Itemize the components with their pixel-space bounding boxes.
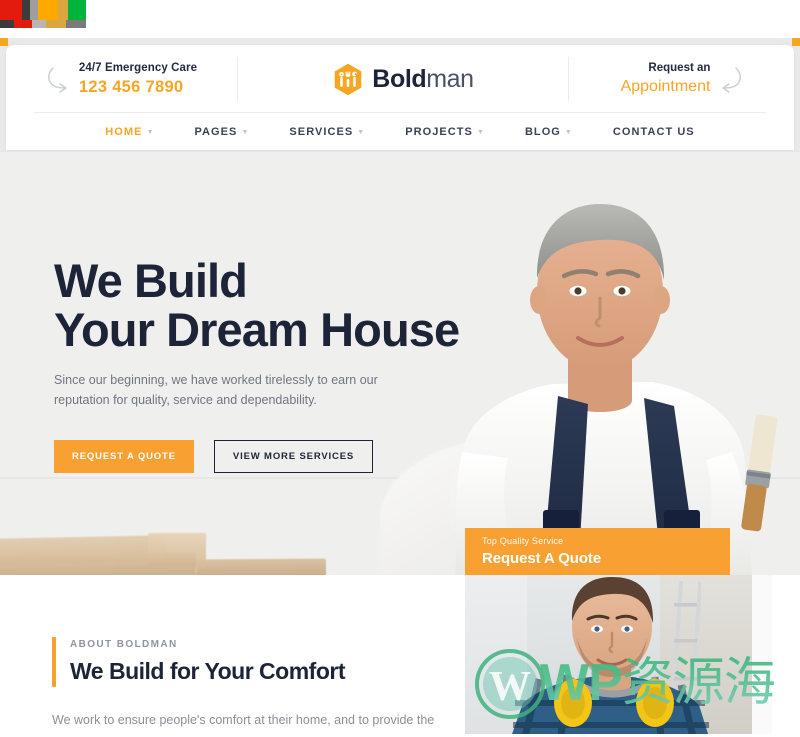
nav-item-label: PAGES (194, 125, 238, 138)
logo-text-light: man (426, 65, 474, 93)
about-heading-group: ABOUT BOLDMAN We Build for Your Comfort (52, 637, 452, 687)
hero-title: We Build Your Dream House (54, 256, 494, 354)
hero-buttons: REQUEST A QUOTE VIEW MORE SERVICES (54, 440, 494, 473)
nav-item-blog[interactable]: BLOG ▼ (505, 126, 593, 138)
logo-text-bold: Bold (372, 65, 427, 93)
appointment-block[interactable]: Request an Appointment (621, 61, 743, 98)
nav-item-label: BLOG (524, 125, 561, 138)
site-header: 24/7 Emergency Care 123 456 7890 Boldman… (6, 45, 794, 150)
color-swatch (38, 0, 58, 20)
emergency-phone-block[interactable]: 24/7 Emergency Care 123 456 7890 (47, 61, 197, 98)
page-root: 24/7 Emergency Care 123 456 7890 Boldman… (0, 0, 800, 737)
header-contact-cell: 24/7 Emergency Care 123 456 7890 (6, 45, 238, 113)
header-topbar: 24/7 Emergency Care 123 456 7890 Boldman… (6, 45, 794, 113)
about-eyebrow: ABOUT BOLDMAN (70, 639, 178, 650)
chevron-down-icon: ▼ (564, 129, 573, 136)
request-quote-banner[interactable]: Top Quality Service Request A Quote (465, 528, 730, 575)
about-paragraph: We work to ensure people's comfort at th… (52, 713, 441, 737)
nav-item-label: SERVICES (289, 125, 354, 138)
nav-item-label: PROJECTS (405, 125, 473, 138)
hero-title-line2: Your Dream House (54, 303, 460, 356)
hero-copy: We Build Your Dream House Since our begi… (54, 256, 494, 473)
color-swatch (32, 20, 46, 28)
color-swatch (22, 0, 30, 20)
color-swatch (0, 20, 14, 28)
color-swatch (58, 0, 68, 20)
site-logo[interactable]: Boldman (333, 63, 474, 96)
hero-wood-plank (0, 551, 197, 575)
curved-arrow-left-icon (722, 67, 742, 93)
nav-item-contact-us[interactable]: CONTACT US (593, 126, 715, 138)
emergency-care-label: 24/7 Emergency Care (78, 61, 198, 74)
about-content: ABOUT BOLDMAN We Build for Your Comfort … (52, 637, 452, 737)
about-worker-photo (465, 575, 772, 737)
appointment-link[interactable]: Appointment (621, 76, 711, 98)
curved-arrow-icon (47, 67, 67, 93)
view-more-services-button[interactable]: VIEW MORE SERVICES (213, 440, 374, 473)
phone-number[interactable]: 123 456 7890 (79, 76, 197, 98)
hero-paragraph: Since our beginning, we have worked tire… (54, 373, 378, 407)
color-swatch (66, 20, 86, 28)
quote-banner-title: Request A Quote (482, 550, 602, 567)
about-worker-figure (511, 577, 709, 737)
logo-wordmark: Boldman (372, 64, 474, 94)
header-logo-cell: Boldman (238, 45, 569, 113)
chevron-down-icon: ▼ (476, 129, 485, 136)
nav-item-label: HOME (105, 125, 143, 138)
chevron-down-icon: ▼ (241, 129, 250, 136)
hexagon-tools-logo-icon (334, 63, 362, 95)
chevron-down-icon: ▼ (146, 129, 155, 136)
color-swatch (14, 20, 32, 28)
request-quote-button[interactable]: REQUEST A QUOTE (54, 440, 194, 473)
nav-item-pages[interactable]: PAGES ▼ (174, 126, 269, 138)
accent-bar (52, 637, 56, 687)
about-title: We Build for Your Comfort (70, 658, 346, 684)
color-swatch (46, 20, 66, 28)
nav-item-services[interactable]: SERVICES ▼ (269, 126, 385, 138)
nav-item-home[interactable]: HOME ▼ (85, 126, 174, 138)
color-swatch (30, 0, 38, 20)
hero-wood-plank (195, 558, 327, 575)
quote-banner-subtitle: Top Quality Service (482, 536, 564, 546)
nav-item-label: CONTACT US (612, 125, 695, 138)
hero-title-line1: We Build (54, 254, 248, 307)
main-navigation: HOME ▼ PAGES ▼ SERVICES ▼ PROJECTS ▼ BLOG ▼ CONTAC… (6, 113, 794, 150)
header-appointment-cell: Request an Appointment (569, 45, 794, 113)
color-swatch (68, 0, 86, 20)
browser-color-strip (0, 0, 800, 30)
hero-section: We Build Your Dream House Since our begi… (0, 152, 800, 575)
nav-item-projects[interactable]: PROJECTS ▼ (385, 126, 505, 138)
chevron-down-icon: ▼ (357, 129, 366, 136)
appointment-label: Request an (648, 61, 711, 74)
color-swatch (0, 0, 22, 20)
